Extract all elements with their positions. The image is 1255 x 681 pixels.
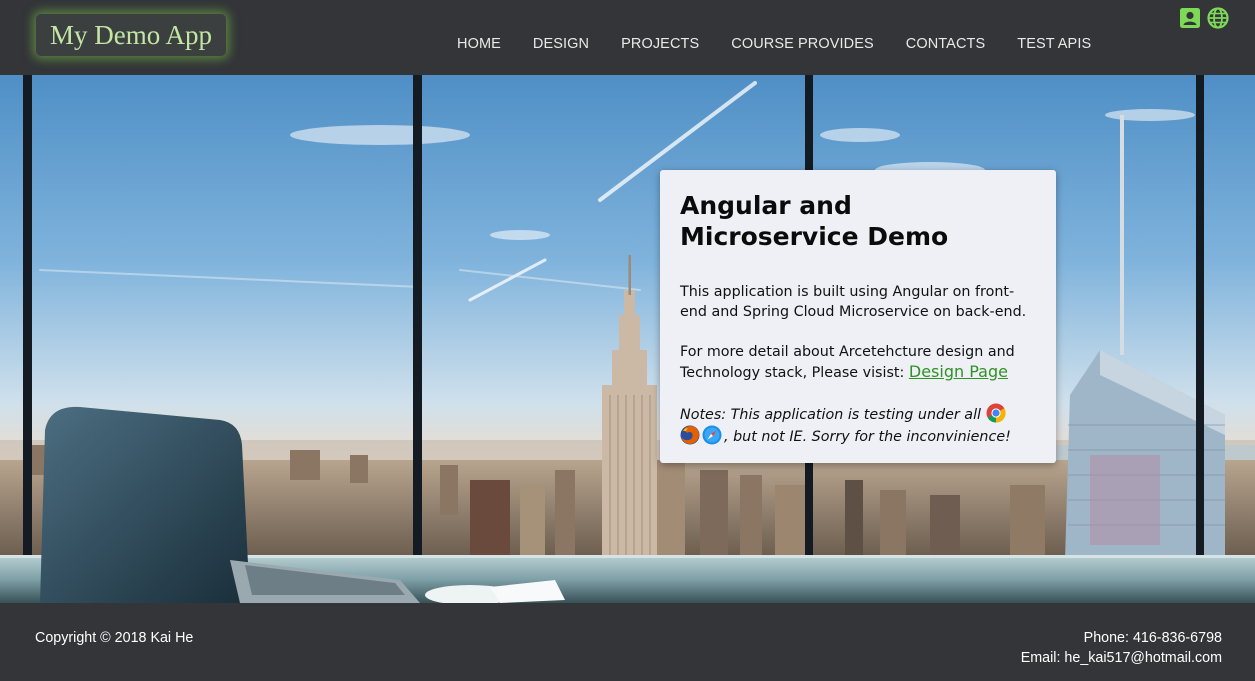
nav-contacts[interactable]: CONTACTS (890, 35, 1001, 55)
globe-icon[interactable] (1207, 7, 1229, 29)
design-page-link[interactable]: Design Page (909, 362, 1008, 381)
app-logo[interactable]: My Demo App (36, 14, 226, 56)
nav-test-apis[interactable]: TEST APIS (1001, 35, 1107, 55)
card-detail-paragraph: For more detail about Arcetehcture desig… (680, 342, 1038, 383)
safari-icon (702, 425, 722, 445)
contact-card-icon[interactable] (1179, 7, 1201, 29)
card-notes: Notes: This application is testing under… (680, 403, 1038, 447)
chrome-icon (986, 403, 1006, 423)
notes-prefix: Notes: This application is testing under… (680, 407, 982, 423)
hero-banner (0, 75, 1255, 603)
page-footer: Copyright © 2018 Kai He Phone: 416-836-6… (0, 603, 1255, 681)
card-intro-text: This application is built using Angular … (680, 284, 1027, 320)
contact-phone: Phone: 416-836-6798 (1083, 630, 1222, 646)
main-nav: HOME DESIGN PROJECTS COURSE PROVIDES CON… (441, 35, 1107, 55)
nav-projects[interactable]: PROJECTS (605, 35, 715, 55)
copyright-text: Copyright © 2018 Kai He (35, 630, 194, 646)
notes-suffix: , but not IE. Sorry for the inconvinienc… (724, 429, 1011, 445)
header-icons (1179, 7, 1229, 29)
contact-email: Email: he_kai517@hotmail.com (1020, 650, 1222, 666)
intro-card: Angular and Microservice Demo This appli… (660, 170, 1056, 463)
firefox-icon (680, 425, 700, 445)
nav-course-provides[interactable]: COURSE PROVIDES (715, 35, 890, 55)
nav-home[interactable]: HOME (441, 35, 517, 55)
top-navbar: My Demo App HOME DESIGN PROJECTS COURSE … (0, 0, 1255, 75)
nav-design[interactable]: DESIGN (517, 35, 605, 55)
card-title: Angular and Microservice Demo (680, 191, 949, 251)
hero-background-image (0, 75, 1255, 603)
